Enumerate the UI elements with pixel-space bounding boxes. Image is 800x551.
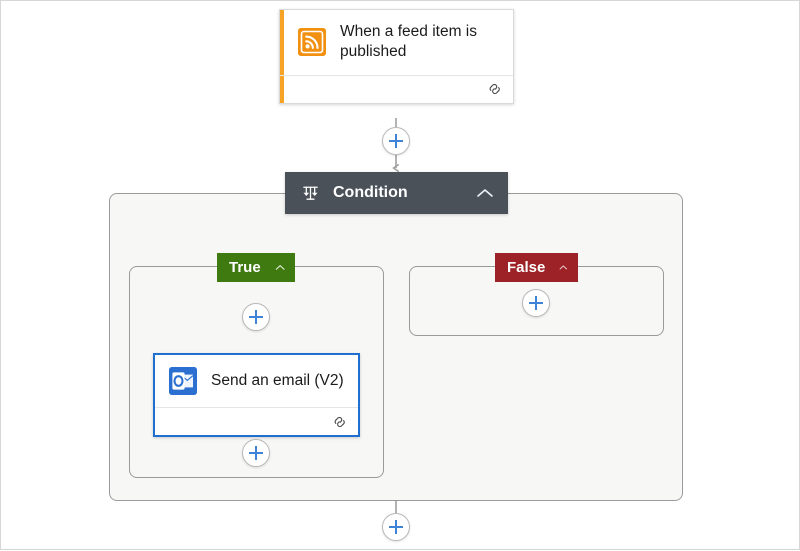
- send-email-title: Send an email (V2): [211, 371, 344, 391]
- chain-link-icon[interactable]: [487, 82, 503, 96]
- chevron-up-icon[interactable]: [275, 262, 285, 273]
- condition-header[interactable]: Condition: [285, 172, 508, 214]
- false-branch-label[interactable]: False: [495, 253, 578, 282]
- flow-designer-canvas: When a feed item is published Conditio: [0, 0, 800, 550]
- add-step-button-false-branch[interactable]: [522, 289, 550, 317]
- chevron-up-icon[interactable]: [476, 187, 494, 199]
- add-step-button-true-after-email[interactable]: [242, 439, 270, 467]
- false-branch-label-text: False: [507, 259, 545, 276]
- rss-icon: [298, 28, 326, 56]
- condition-title: Condition: [333, 184, 476, 202]
- add-step-button-after-condition[interactable]: [382, 513, 410, 541]
- trigger-title: When a feed item is published: [340, 22, 499, 63]
- balance-scale-icon: [301, 184, 320, 203]
- true-branch-label-text: True: [229, 259, 261, 276]
- send-email-card[interactable]: Send an email (V2): [153, 353, 360, 437]
- true-branch-label[interactable]: True: [217, 253, 295, 282]
- outlook-icon: [169, 367, 197, 395]
- chevron-up-icon[interactable]: [559, 262, 568, 273]
- trigger-card[interactable]: When a feed item is published: [279, 9, 514, 104]
- add-step-button-true-before-email[interactable]: [242, 303, 270, 331]
- send-email-card-footer: [155, 407, 358, 435]
- add-step-button-after-trigger[interactable]: [382, 127, 410, 155]
- chain-link-icon[interactable]: [332, 415, 348, 429]
- trigger-card-footer: [280, 75, 513, 103]
